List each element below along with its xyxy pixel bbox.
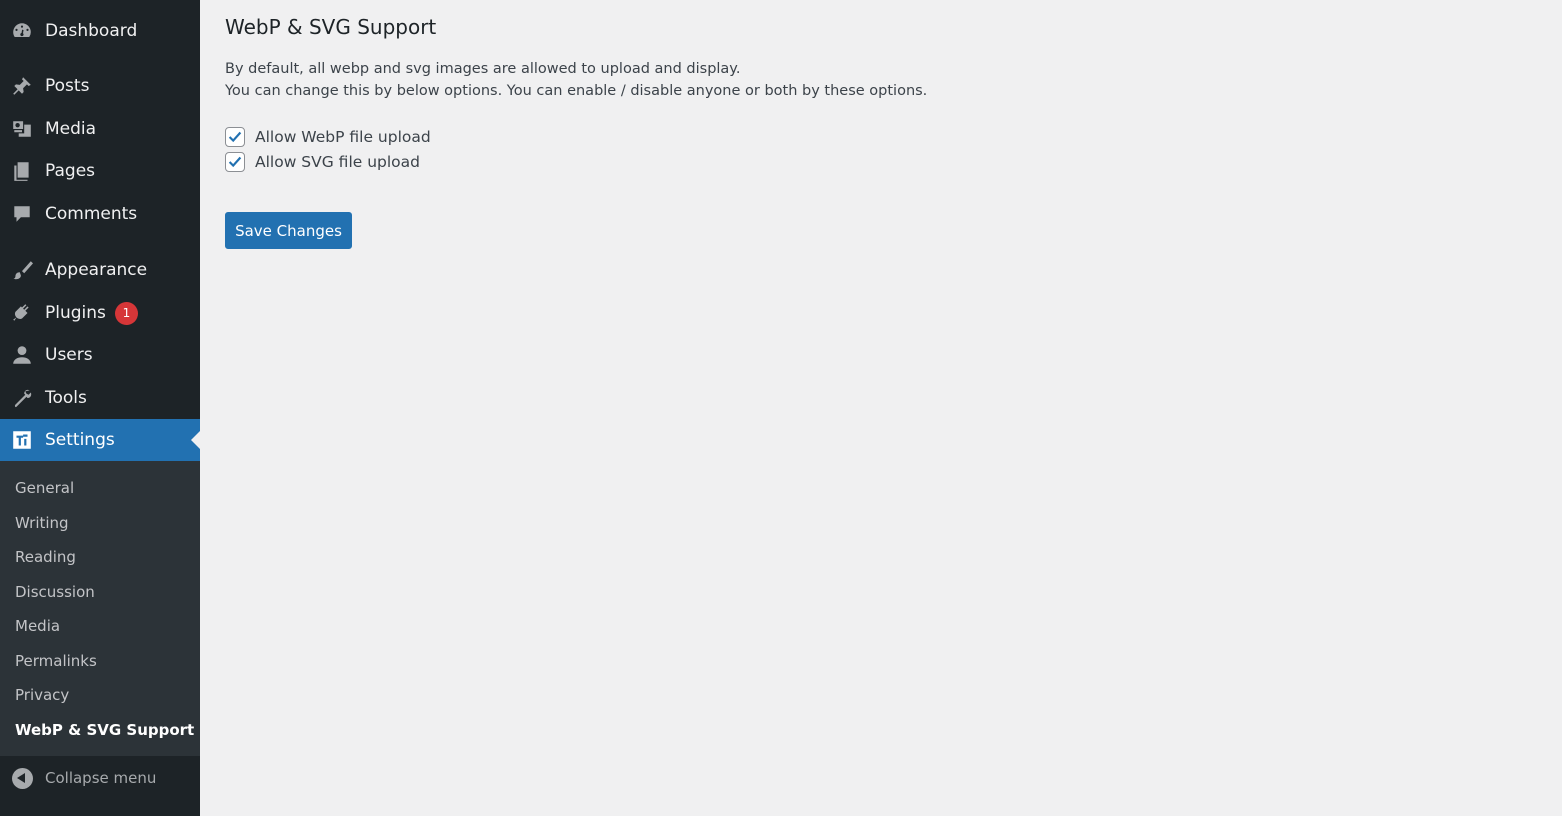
page-title: WebP & SVG Support [225,15,437,39]
menu-label: Pages [45,161,96,181]
save-changes-button[interactable]: Save Changes [225,212,352,249]
menu-item-pages[interactable]: Pages [0,150,200,192]
menu-label: Plugins [45,303,106,323]
menu-item-settings[interactable]: Settings [0,419,200,461]
submenu-item-privacy[interactable]: Privacy [15,686,69,704]
submenu-item-media[interactable]: Media [15,617,60,635]
plugin-icon [10,301,34,325]
current-menu-arrow [191,431,200,449]
menu-label: Tools [45,388,87,408]
submenu-item-webp-svg-support[interactable]: WebP & SVG Support [15,721,194,739]
description-line-2: You can change this by below options. Yo… [225,83,928,99]
menu-item-media[interactable]: Media [0,108,200,150]
submenu-item-writing[interactable]: Writing [15,514,69,532]
settings-submenu: General Writing Reading Discussion Media… [0,461,200,756]
admin-sidebar: Dashboard Posts Media Pages Comments App… [0,0,200,816]
menu-label: Settings [45,430,115,450]
menu-item-posts[interactable]: Posts [0,65,200,107]
update-count-badge: 1 [114,301,138,325]
menu-label: Appearance [45,260,148,280]
pushpin-icon [10,74,34,98]
checkmark-icon [228,156,242,168]
webp-option-row[interactable]: Allow WebP file upload [225,127,431,147]
collapse-arrow-icon [12,767,33,789]
wrench-icon [10,386,34,410]
submenu-item-discussion[interactable]: Discussion [15,583,95,601]
comment-icon [10,202,34,226]
media-icon [10,117,34,141]
collapse-menu-label: Collapse menu [45,769,157,787]
menu-item-plugins[interactable]: Plugins 1 [0,292,200,334]
checkmark-icon [228,131,242,143]
svg-upload-label: Allow SVG file upload [255,153,421,171]
collapse-menu-button[interactable]: Collapse menu [0,760,200,796]
menu-item-appearance[interactable]: Appearance [0,249,200,291]
menu-label: Media [45,119,97,139]
webp-upload-label: Allow WebP file upload [255,128,431,146]
menu-item-comments[interactable]: Comments [0,193,200,235]
menu-label: Users [45,345,93,365]
svg-option-row[interactable]: Allow SVG file upload [225,152,420,172]
dashboard-icon [10,19,34,43]
settings-icon [10,428,34,452]
menu-label: Dashboard [45,21,138,41]
pages-icon [10,159,34,183]
user-icon [10,343,34,367]
webp-upload-checkbox[interactable] [225,127,245,147]
menu-item-users[interactable]: Users [0,334,200,376]
description-line-1: By default, all webp and svg images are … [225,61,741,77]
svg-upload-checkbox[interactable] [225,152,245,172]
menu-label: Comments [45,204,138,224]
submenu-item-general[interactable]: General [15,479,74,497]
menu-item-tools[interactable]: Tools [0,377,200,419]
submenu-item-reading[interactable]: Reading [15,548,76,566]
menu-item-dashboard[interactable]: Dashboard [0,10,200,52]
menu-label: Posts [45,76,90,96]
paintbrush-icon [10,258,34,282]
submenu-item-permalinks[interactable]: Permalinks [15,652,97,670]
